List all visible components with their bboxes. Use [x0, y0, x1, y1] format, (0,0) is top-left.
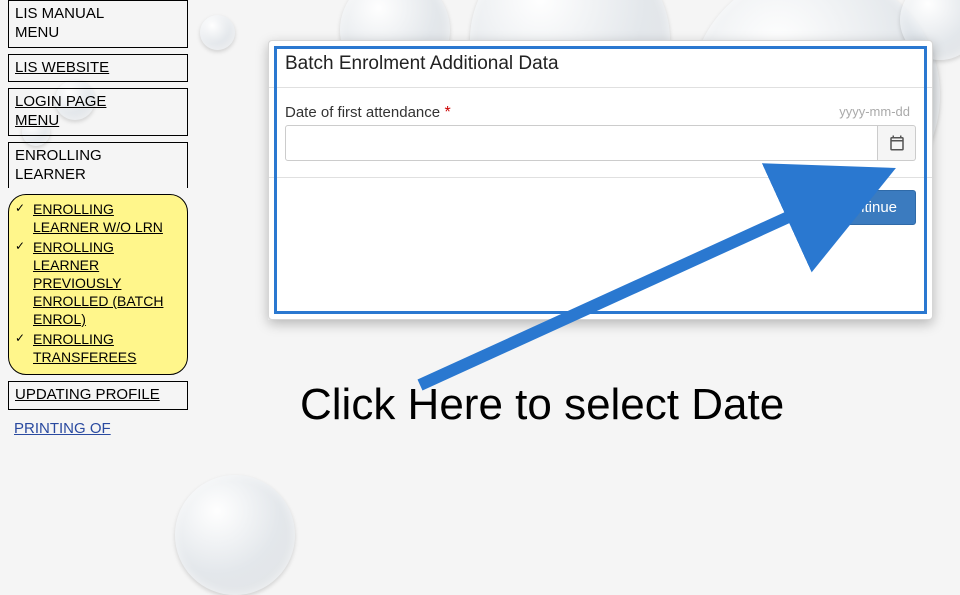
- sub-item-label: ENROLLING TRANSFEREES: [33, 331, 179, 367]
- instruction-text: Click Here to select Date: [300, 380, 784, 430]
- sub-item-enroll-wo-lrn[interactable]: ✓ ENROLLING LEARNER W/O LRN: [15, 201, 179, 237]
- check-icon: ✓: [15, 239, 27, 329]
- continue-button[interactable]: Continue: [818, 190, 916, 225]
- date-field-label: Date of first attendance: [285, 104, 440, 121]
- sub-item-label: ENROLLING LEARNER PREVIOUSLY ENROLLED (B…: [33, 239, 179, 329]
- modal-title: Batch Enrolment Additional Data: [269, 41, 932, 87]
- sidebar-title: LIS MANUAL MENU: [8, 0, 188, 48]
- sidebar-item-partial: PRINTING OF: [8, 416, 188, 442]
- sidebar-item-label-l2: LEARNER: [15, 166, 86, 183]
- check-icon: ✓: [15, 201, 27, 237]
- sidebar-submenu: ✓ ENROLLING LEARNER W/O LRN ✓ ENROLLING …: [8, 194, 188, 375]
- sidebar-item-label-l1: ENROLLING: [15, 147, 102, 164]
- sidebar-item-label: LIS WEBSITE: [15, 59, 109, 76]
- sub-item-label: ENROLLING LEARNER W/O LRN: [33, 201, 179, 237]
- sub-item-enroll-transferees[interactable]: ✓ ENROLLING TRANSFEREES: [15, 331, 179, 367]
- sidebar: LIS MANUAL MENU LIS WEBSITE LOGIN PAGE M…: [8, 0, 188, 540]
- check-icon: ✓: [15, 331, 27, 367]
- sidebar-item-label: PRINTING OF: [14, 420, 111, 437]
- date-input[interactable]: [285, 125, 878, 161]
- calendar-icon: [888, 134, 906, 152]
- sidebar-item-label-l2: MENU: [15, 112, 59, 129]
- sub-item-enroll-batch[interactable]: ✓ ENROLLING LEARNER PREVIOUSLY ENROLLED …: [15, 239, 179, 329]
- sidebar-item-updating-profile[interactable]: UPDATING PROFILE: [8, 381, 188, 410]
- required-mark: *: [445, 104, 451, 121]
- batch-enrolment-modal: Batch Enrolment Additional Data Date of …: [268, 40, 933, 320]
- calendar-button[interactable]: [878, 125, 916, 161]
- sidebar-title-l1: LIS MANUAL: [15, 5, 104, 22]
- sidebar-item-login-page[interactable]: LOGIN PAGE MENU: [8, 88, 188, 136]
- sidebar-item-label-l1: LOGIN PAGE: [15, 93, 106, 110]
- sidebar-item-label: UPDATING PROFILE: [15, 386, 160, 403]
- sidebar-item-lis-website[interactable]: LIS WEBSITE: [8, 54, 188, 83]
- sidebar-item-enrolling-learner: ENROLLING LEARNER: [8, 142, 188, 189]
- sidebar-title-l2: MENU: [15, 24, 59, 41]
